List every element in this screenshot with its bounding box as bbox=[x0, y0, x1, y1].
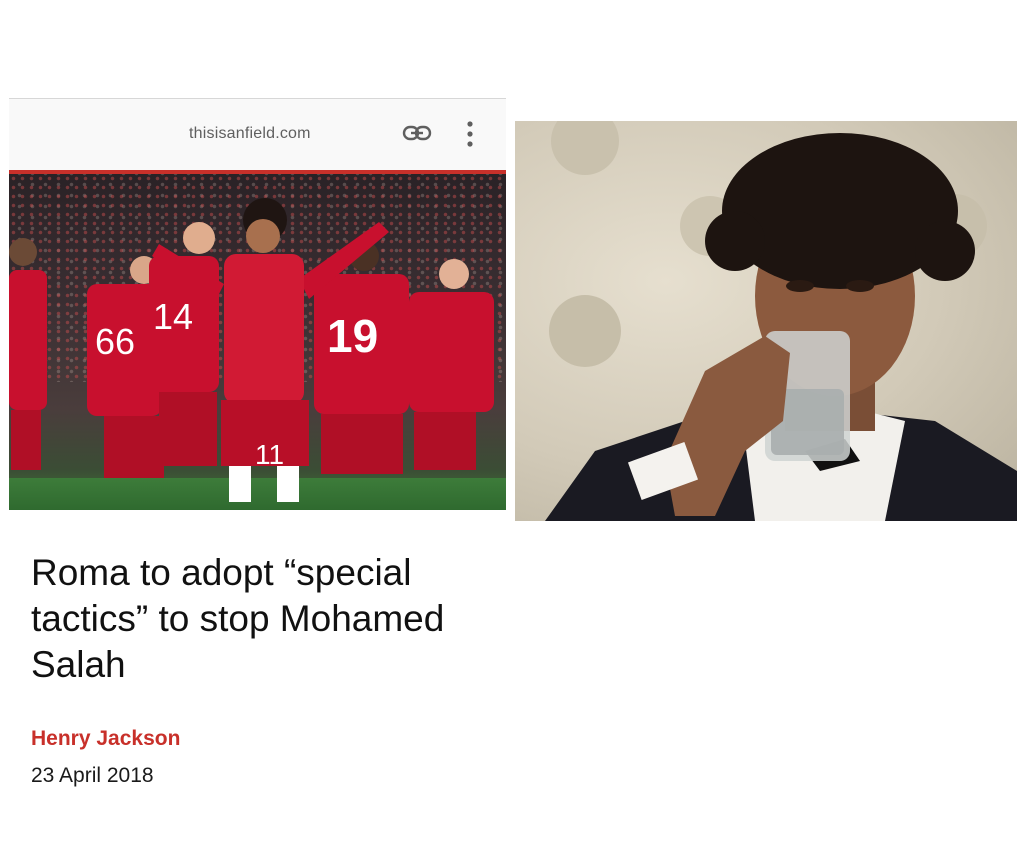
meme-page: thisisanfield.com 66 14 19 11 Roma to ad… bbox=[0, 0, 1024, 842]
player-far-left bbox=[9, 238, 47, 470]
browser-url-bar: thisisanfield.com bbox=[9, 98, 506, 171]
jersey-number: 14 bbox=[153, 296, 193, 337]
players-illustration: 66 14 19 11 bbox=[9, 198, 494, 502]
reaction-photo bbox=[515, 121, 1017, 521]
more-vertical-icon[interactable] bbox=[463, 119, 477, 149]
jersey-number: 66 bbox=[95, 321, 135, 362]
jersey-number: 11 bbox=[255, 439, 284, 470]
man-drinking-water-illustration bbox=[545, 121, 1017, 521]
article-headline[interactable]: Roma to adopt “special tactics” to stop … bbox=[31, 550, 501, 688]
link-icon[interactable] bbox=[402, 123, 432, 143]
player-right bbox=[409, 259, 494, 470]
site-url[interactable]: thisisanfield.com bbox=[189, 125, 311, 143]
article-date: 23 April 2018 bbox=[31, 764, 154, 787]
article-author[interactable]: Henry Jackson bbox=[31, 727, 180, 751]
article-hero-image[interactable]: 66 14 19 11 bbox=[9, 174, 506, 510]
jersey-number: 19 bbox=[327, 310, 378, 362]
